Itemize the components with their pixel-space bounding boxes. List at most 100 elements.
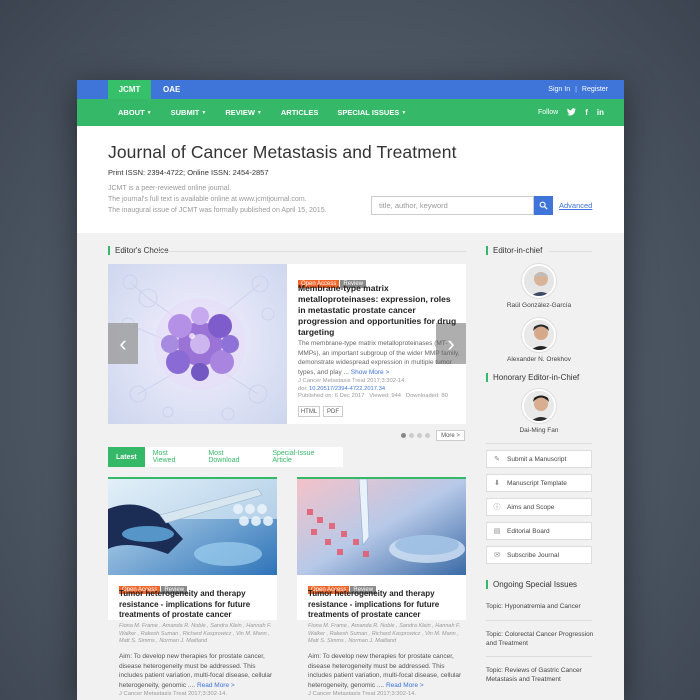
card-citation: J Cancer Metastasis Treat 2017;3:302-14.	[308, 691, 416, 697]
citation: J Cancer Metastasis Treat 2017;3:302-14.	[298, 378, 406, 384]
honorary-editor-heading: Honorary Editor-in-Chief	[486, 373, 579, 382]
html-button[interactable]: HTML	[298, 406, 320, 417]
editor-profile[interactable]: Dai-Ming Fan	[479, 389, 599, 434]
social-follow: Follow f in	[538, 99, 604, 126]
nav-item-articles[interactable]: ARTICLES	[281, 108, 319, 117]
brand-tab-jcmt[interactable]: JCMT	[108, 80, 151, 99]
main-nav: ABOUT ▼ SUBMIT ▼ REVIEW ▼ ARTICLES SPECIAL …	[77, 99, 624, 126]
featured-article-title[interactable]: Membrane-type matrix metalloproteinases:…	[298, 283, 460, 338]
tab-most-viewed[interactable]: Most Viewed	[145, 447, 201, 467]
editor-profile[interactable]: Raúl González-García	[479, 264, 599, 309]
nav-items: ABOUT ▼ SUBMIT ▼ REVIEW ▼ ARTICLES SPECIAL …	[118, 99, 406, 126]
card-authors: Fiona M. Frame , Amanda R. Noble , Sandr…	[119, 623, 272, 644]
divider	[486, 620, 592, 621]
follow-label: Follow	[537, 109, 559, 116]
nav-item-submit[interactable]: SUBMIT ▼	[171, 108, 207, 117]
special-issue-link[interactable]: Topic: Reviews of Gastric Cancer Metasta…	[486, 666, 596, 684]
featured-meta: J Cancer Metastasis Treat 2017;3:302-14.…	[298, 378, 463, 401]
article-card-body: Open Access Review Tumor heterogeneity an…	[108, 477, 277, 700]
ongoing-special-issues-heading: Ongoing Special Issues	[486, 580, 577, 589]
card-abstract: Aim: To develop new therapies for prosta…	[119, 652, 279, 690]
nav-item-special-issues[interactable]: SPECIAL ISSUES ▼	[337, 108, 406, 117]
button-label: Manuscript Template	[507, 479, 567, 487]
search-button[interactable]	[534, 196, 553, 215]
facebook-icon[interactable]: f	[585, 108, 588, 117]
button-label: Editorial Board	[507, 527, 550, 535]
pdf-button[interactable]: PDF	[323, 406, 343, 417]
viewed-count: Viewed: 944	[369, 393, 402, 400]
advanced-search-link[interactable]: Advanced	[559, 201, 592, 210]
tab-special-issue-article[interactable]: Special-Issue Article	[264, 447, 343, 467]
mail-icon: ✉	[494, 552, 500, 559]
doi-line: doi: 10.20517/2394-4722.2017.34	[298, 386, 463, 394]
sign-in-link[interactable]: Sign In	[548, 86, 570, 93]
nav-item-review[interactable]: REVIEW ▼	[225, 108, 262, 117]
tab-latest[interactable]: Latest	[108, 447, 145, 467]
caret-down-icon: ▼	[201, 110, 207, 116]
nav-label: SUBMIT	[170, 108, 200, 117]
chevron-left-icon: ‹	[119, 330, 127, 356]
divider	[486, 443, 592, 444]
carousel-dot[interactable]	[425, 433, 430, 438]
top-bar: JCMT OAE Sign In | Register	[77, 80, 624, 99]
subscribe-journal-button[interactable]: ✉ Subscribe Journal	[486, 546, 592, 564]
card-title[interactable]: Tumor heterogeneity and therapy resistan…	[308, 589, 463, 621]
featured-article: ‹ › Open Access Review Membrane-type matr…	[108, 264, 466, 424]
nav-label: SPECIAL ISSUES	[337, 108, 400, 117]
stats-line: Published on: 6 Dec 2017 Viewed: 944 Dow…	[298, 393, 463, 401]
doi-label: doi:	[298, 385, 308, 392]
search-icon	[539, 201, 548, 210]
editorial-board-button[interactable]: ▤ Editorial Board	[486, 522, 592, 540]
abstract-text: Aim: To develop new therapies for prosta…	[119, 653, 273, 689]
card-title[interactable]: Tumor heterogeneity and therapy resistan…	[119, 589, 274, 621]
twitter-icon[interactable]	[567, 107, 577, 118]
show-more-link[interactable]: Show More >	[351, 369, 389, 376]
abstract-text: Aim: To develop new therapies for prosta…	[308, 653, 462, 689]
editor-name: Raúl González-García	[506, 302, 572, 309]
doi-link[interactable]: 10.20517/2394-4722.2017.34	[309, 386, 385, 392]
editor-profile[interactable]: Alexander N. Orekhov	[479, 318, 599, 363]
special-issue-link[interactable]: Topic: Colorectal Cancer Progression and…	[486, 630, 596, 648]
divider	[549, 251, 592, 252]
caret-down-icon: ▼	[401, 110, 407, 116]
article-card-body: Open Access Review Tumor heterogeneity an…	[297, 477, 466, 700]
avatar	[522, 389, 556, 423]
description-line: The inaugural issue of JCMT was formally…	[108, 207, 327, 214]
card-authors: Fiona M. Frame , Amanda R. Noble , Sandr…	[308, 623, 461, 644]
divider	[486, 656, 592, 657]
special-issue-link[interactable]: Topic: Hyponatremia and Cancer	[486, 602, 596, 611]
carousel-dot[interactable]	[417, 433, 422, 438]
read-more-link[interactable]: Read More >	[386, 682, 424, 689]
tab-most-download[interactable]: Most Download	[200, 447, 264, 467]
avatar	[522, 264, 556, 298]
editor-name: Alexander N. Orekhov	[507, 356, 571, 363]
featured-abstract: The membrane-type matrix metalloproteina…	[298, 339, 460, 377]
more-button[interactable]: More >	[436, 430, 465, 441]
description-line: The journal's full text is available onl…	[108, 196, 307, 203]
avatar	[522, 318, 556, 352]
carousel-prev-button[interactable]: ‹	[108, 323, 138, 364]
download-icon: ⬇	[494, 480, 500, 487]
nav-label: REVIEW	[225, 108, 255, 117]
linkedin-icon[interactable]: in	[597, 108, 604, 117]
button-label: Submit a Manuscript	[507, 455, 567, 463]
issn-line: Print ISSN: 2394-4722; Online ISSN: 2454…	[108, 168, 269, 177]
nav-item-about[interactable]: ABOUT ▼	[118, 108, 152, 117]
search-input[interactable]: title, author, keyword	[371, 196, 534, 215]
aims-and-scope-button[interactable]: ⓘ Aims and Scope	[486, 498, 592, 516]
link-separator: |	[575, 86, 577, 93]
submit-manuscript-button[interactable]: ✎ Submit a Manuscript	[486, 450, 592, 468]
brand-tab-oae[interactable]: OAE	[163, 80, 180, 99]
register-link[interactable]: Register	[582, 86, 608, 93]
description-line: JCMT is a peer-reviewed online journal.	[108, 185, 232, 192]
button-label: Subscribe Journal	[507, 551, 560, 559]
carousel-dot[interactable]	[401, 433, 406, 438]
read-more-link[interactable]: Read More >	[197, 682, 235, 689]
manuscript-template-button[interactable]: ⬇ Manuscript Template	[486, 474, 592, 492]
carousel-dot[interactable]	[409, 433, 414, 438]
caret-down-icon: ▼	[256, 110, 262, 116]
editor-name: Dai-Ming Fan	[519, 427, 559, 434]
journal-header: Journal of Cancer Metastasis and Treatme…	[77, 126, 624, 233]
caret-down-icon: ▼	[146, 110, 152, 116]
journal-page: JCMT OAE Sign In | Register ABOUT ▼ SUBMI…	[77, 80, 624, 700]
